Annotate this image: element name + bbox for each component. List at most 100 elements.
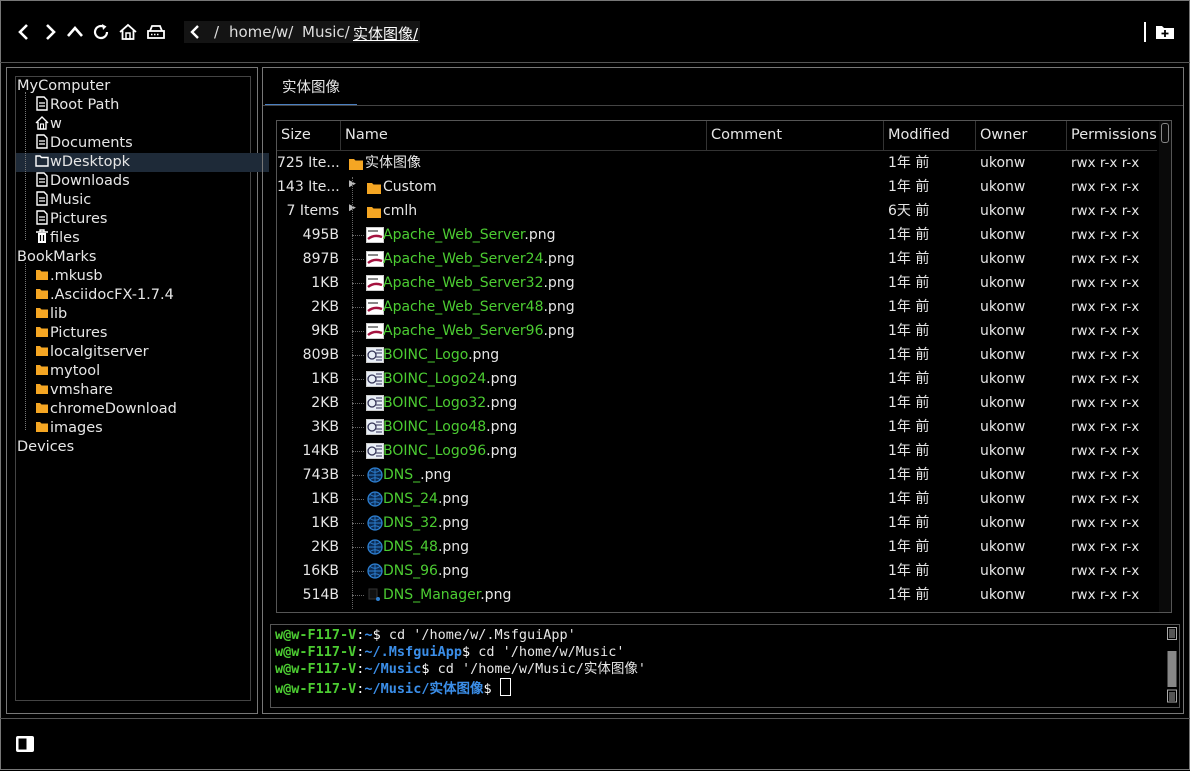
tree-item-label: wDesktopk: [50, 154, 131, 170]
path-segment[interactable]: /: [214, 23, 219, 41]
file-extension: .png: [480, 587, 512, 603]
bookmark-item[interactable]: images: [35, 419, 103, 438]
bookmark-item[interactable]: lib: [35, 305, 67, 324]
terminal-cursor[interactable]: [499, 678, 511, 696]
table-row[interactable]: 143 Ite... ▶ Custom 1年 前 ukonw rwx r-x r-x: [277, 175, 1157, 199]
column-header-size[interactable]: Size: [277, 121, 341, 150]
tree-node-bookmarks[interactable]: BookMarks: [17, 248, 96, 267]
name-cell: Apache_Web_Server32.png: [383, 271, 575, 295]
path-segment[interactable]: w/: [276, 23, 293, 41]
toggle-panel-icon[interactable]: [15, 735, 35, 757]
table-row[interactable]: 514B DNS_Manager.png 1年 前 ukonw rwx r-x r-x: [277, 583, 1157, 607]
tree-connector: [352, 331, 364, 332]
table-row[interactable]: 9KB Apache_Web_Server96.png 1年 前 ukonw rwx r…: [277, 319, 1157, 343]
path-segment-current[interactable]: 实体图像/: [353, 23, 418, 44]
column-header-name[interactable]: Name: [341, 121, 707, 150]
home-icon[interactable]: [118, 22, 138, 42]
table-row[interactable]: 2KB DNS_48.png 1年 前 ukonw rwx r-x r-x: [277, 535, 1157, 559]
table-row[interactable]: 1KB BOINC_Logo24.png 1年 前 ukonw rwx r-x r-x: [277, 367, 1157, 391]
new-folder-icon[interactable]: [1154, 22, 1176, 46]
tree-node-devices[interactable]: Devices: [17, 438, 74, 457]
tree-node-mycomputer[interactable]: MyComputer: [17, 77, 110, 96]
toolbar: / home/ w/ Music/ 实体图像/: [0, 0, 1190, 63]
sidebar-item-root-path[interactable]: Root Path: [35, 96, 119, 115]
table-row[interactable]: 1KB DNS_32.png 1年 前 ukonw rwx r-x r-x: [277, 511, 1157, 535]
permissions-cell: rwx r-x r-x: [1071, 467, 1140, 483]
modified-cell: 1年 前: [888, 587, 930, 603]
table-row[interactable]: 1KB Apache_Web_Server32.png 1年 前 ukonw rwx r…: [277, 271, 1157, 295]
bookmark-item[interactable]: localgitserver: [35, 343, 149, 362]
dns-manager-image-icon: [368, 588, 380, 601]
column-header-modified[interactable]: Modified: [884, 121, 976, 150]
file-name: 实体图像: [365, 155, 421, 171]
sidebar-item-pictures[interactable]: Pictures: [35, 210, 107, 229]
file-extension: .png: [437, 491, 470, 507]
permissions-cell: rwx r-x r-x: [1071, 251, 1140, 267]
path-segment[interactable]: home/: [229, 23, 277, 41]
size-cell: 16KB: [302, 563, 339, 579]
size-cell: 743B: [302, 467, 339, 483]
file-extension: .png: [543, 275, 575, 291]
bookmark-item[interactable]: mytool: [35, 362, 100, 381]
dns-image-icon: [367, 563, 383, 579]
refresh-icon[interactable]: [91, 22, 111, 42]
file-type-icon: [366, 587, 384, 611]
folder-icon: [36, 365, 48, 375]
column-header-owner[interactable]: Owner: [976, 121, 1067, 150]
path-bar[interactable]: / home/ w/ Music/ 实体图像/: [184, 21, 420, 43]
sidebar-item-documents[interactable]: Documents: [35, 134, 133, 153]
modified-cell: 1年 前: [888, 395, 930, 411]
table-row[interactable]: 2KB Apache_Web_Server48.png 1年 前 ukonw rwx r…: [277, 295, 1157, 319]
file-extension: .png: [468, 347, 500, 363]
owner-cell: ukonw: [980, 251, 1026, 267]
column-header-permissions[interactable]: Permissions: [1067, 121, 1157, 150]
name-cell: DNS_96.png: [383, 559, 469, 583]
table-row[interactable]: 16KB DNS_96.png 1年 前 ukonw rwx r-x r-x: [277, 559, 1157, 583]
table-row[interactable]: 2KB BOINC_Logo32.png 1年 前 ukonw rwx r-x r-x: [277, 391, 1157, 415]
scrollbar-thumb[interactable]: [1161, 123, 1169, 143]
bookmark-item[interactable]: chromeDownload: [35, 400, 177, 419]
table-row[interactable]: 3KB BOINC_Logo48.png 1年 前 ukonw rwx r-x r-x: [277, 415, 1157, 439]
table-scrollbar[interactable]: [1159, 121, 1171, 612]
dns-image-icon: [367, 491, 383, 507]
tree-connector: [352, 259, 364, 260]
drive-icon[interactable]: [146, 22, 166, 42]
sidebar-item-files[interactable]: files: [35, 229, 80, 248]
modified-cell: 1年 前: [888, 251, 930, 267]
table-row[interactable]: 14KB BOINC_Logo96.png 1年 前 ukonw rwx r-x r-x: [277, 439, 1157, 463]
tree-connector: [352, 499, 364, 500]
dns-image-icon: [367, 467, 383, 483]
bookmark-item[interactable]: .mkusb: [35, 267, 103, 286]
bookmark-item[interactable]: vmshare: [35, 381, 113, 400]
terminal[interactable]: w@w-F117-V:~$ cd '/home/w/.MsfguiApp' w@w…: [270, 624, 1180, 708]
apache-image-icon: [366, 299, 384, 315]
size-cell: 14KB: [302, 443, 339, 459]
bookmark-item[interactable]: Pictures: [35, 324, 107, 343]
sidebar-item-downloads[interactable]: Downloads: [35, 172, 130, 191]
boinc-image-icon: [366, 419, 384, 435]
table-row[interactable]: 725 Ite... 实体图像 1年 前 ukonw rwx r-x r-x: [277, 151, 1157, 175]
table-row[interactable]: 743B DNS_.png 1年 前 ukonw rwx r-x r-x: [277, 463, 1157, 487]
path-segment[interactable]: Music/: [302, 23, 350, 41]
sidebar-item-w[interactable]: w: [35, 115, 62, 134]
terminal-scrollbar[interactable]: [1167, 627, 1177, 703]
tree-connector: [352, 451, 364, 452]
column-header-comment[interactable]: Comment: [707, 121, 884, 150]
table-row[interactable]: 1KB DNS_24.png 1年 前 ukonw rwx r-x r-x: [277, 487, 1157, 511]
table-row[interactable]: 495B Apache_Web_Server.png 1年 前 ukonw rwx r-…: [277, 223, 1157, 247]
table-row[interactable]: 809B BOINC_Logo.png 1年 前 ukonw rwx r-x r-x: [277, 343, 1157, 367]
tab-current-folder[interactable]: 实体图像: [265, 72, 357, 106]
back-icon[interactable]: [14, 22, 34, 42]
sidebar-item-wdesktopk[interactable]: wDesktopk: [16, 153, 269, 172]
forward-icon[interactable]: [40, 22, 60, 42]
file-name: Apache_Web_Server24: [383, 251, 544, 267]
bookmark-item[interactable]: .AsciidocFX-1.7.4: [35, 286, 174, 305]
table-row[interactable]: 897B Apache_Web_Server24.png 1年 前 ukonw rwx …: [277, 247, 1157, 271]
path-back-icon[interactable]: [188, 21, 204, 43]
up-icon[interactable]: [65, 22, 85, 42]
terminal-command: cd '/home/w/.MsfguiApp': [380, 627, 576, 643]
owner-cell: ukonw: [980, 443, 1026, 459]
terminal-command: cd '/home/w/Music/实体图像': [429, 661, 647, 677]
table-row[interactable]: 7 Items ▶ cmlh 6天 前 ukonw rwx r-x r-x: [277, 199, 1157, 223]
sidebar-item-music[interactable]: Music: [35, 191, 91, 210]
